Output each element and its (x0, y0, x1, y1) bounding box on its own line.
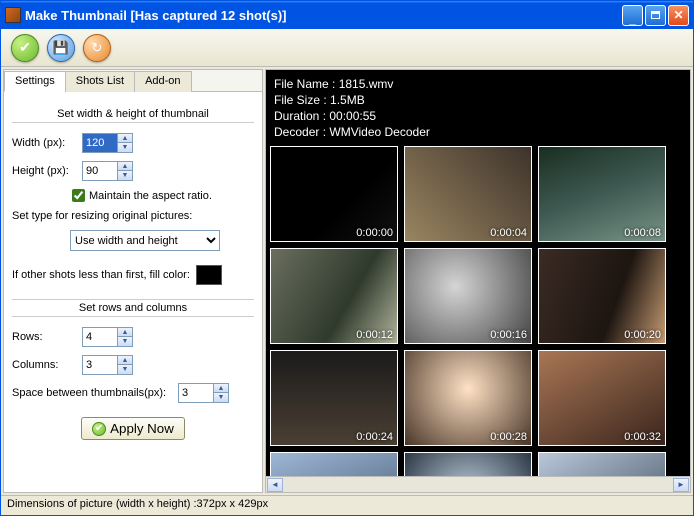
app-icon (5, 7, 21, 23)
width-label: Width (px): (12, 137, 76, 149)
check-icon: ✔ (19, 39, 31, 56)
timestamp: 0:00:20 (624, 329, 661, 341)
timestamp: 0:00:16 (490, 329, 527, 341)
height-spin-up[interactable]: ▲ (117, 162, 132, 171)
scroll-left-button[interactable]: ◄ (267, 478, 283, 492)
maintain-aspect-label: Maintain the aspect ratio. (89, 190, 212, 202)
filesize-value: 1.5MB (330, 93, 365, 107)
timestamp: 0:00:12 (356, 329, 393, 341)
minimize-button[interactable]: _ (622, 5, 643, 26)
width-input[interactable] (83, 135, 117, 151)
rows-label: Rows: (12, 331, 76, 343)
save-button[interactable]: 💾 (47, 34, 75, 62)
thumbnail-grid: 0:00:00 0:00:04 0:00:08 0:00:12 0:00:16 … (270, 146, 686, 476)
status-bar: Dimensions of picture (width x height) :… (1, 495, 693, 515)
tab-settings[interactable]: Settings (4, 71, 66, 92)
decoder-label: Decoder : (274, 125, 326, 139)
decoder-value: WMVideo Decoder (329, 125, 430, 139)
columns-input-wrap: ▲▼ (82, 355, 133, 375)
close-button[interactable]: ✕ (668, 5, 689, 26)
columns-input[interactable] (83, 357, 117, 373)
height-label: Height (px): (12, 165, 76, 177)
check-icon: ✔ (92, 422, 106, 436)
rows-spin-up[interactable]: ▲ (117, 328, 132, 337)
left-panel: Settings Shots List Add-on Set width & h… (3, 69, 263, 493)
refresh-icon: ↻ (92, 40, 103, 56)
thumbnail[interactable] (404, 452, 532, 476)
thumbnail[interactable]: 0:00:08 (538, 146, 666, 242)
titlebar[interactable]: Make Thumbnail [Has captured 12 shot(s)]… (1, 1, 693, 29)
height-input-wrap: ▲▼ (82, 161, 133, 181)
width-spin-up[interactable]: ▲ (117, 134, 132, 143)
rows-input[interactable] (83, 329, 117, 345)
maintain-aspect-input[interactable] (72, 189, 85, 202)
height-input[interactable] (83, 163, 117, 179)
maximize-button[interactable] (645, 5, 666, 26)
thumbnail[interactable]: 0:00:32 (538, 350, 666, 446)
section-grid-heading: Set rows and columns (12, 299, 254, 317)
space-spin-up[interactable]: ▲ (213, 384, 228, 393)
cols-spin-up[interactable]: ▲ (117, 356, 132, 365)
timestamp: 0:00:00 (356, 227, 393, 239)
thumbnail[interactable] (538, 452, 666, 476)
file-meta: File Name : 1815.wmv File Size : 1.5MB D… (266, 70, 690, 144)
tab-shots-list[interactable]: Shots List (65, 71, 135, 92)
thumbnail[interactable] (270, 452, 398, 476)
tab-add-on[interactable]: Add-on (134, 71, 191, 92)
fill-color-label: If other shots less than first, fill col… (12, 269, 190, 281)
filesize-label: File Size : (274, 93, 327, 107)
width-input-wrap: ▲▼ (82, 133, 133, 153)
window-title: Make Thumbnail [Has captured 12 shot(s)] (25, 8, 622, 23)
settings-panel: Set width & height of thumbnail Width (p… (4, 92, 262, 492)
filename-value: 1815.wmv (339, 77, 394, 91)
thumbnail[interactable]: 0:00:24 (270, 350, 398, 446)
timestamp: 0:00:08 (624, 227, 661, 239)
status-text: Dimensions of picture (width x height) :… (7, 498, 268, 510)
resize-type-select[interactable]: Use width and height (70, 230, 220, 251)
apply-now-label: Apply Now (110, 421, 174, 436)
tabs: Settings Shots List Add-on (4, 70, 262, 92)
refresh-button[interactable]: ↻ (83, 34, 111, 62)
timestamp: 0:00:28 (490, 431, 527, 443)
space-spin-down[interactable]: ▼ (213, 393, 228, 402)
thumbnail[interactable]: 0:00:20 (538, 248, 666, 344)
rows-spin-down[interactable]: ▼ (117, 337, 132, 346)
duration-label: Duration : (274, 109, 326, 123)
space-input-wrap: ▲▼ (178, 383, 229, 403)
rows-input-wrap: ▲▼ (82, 327, 133, 347)
preview-pane: File Name : 1815.wmv File Size : 1.5MB D… (265, 69, 691, 493)
apply-now-button[interactable]: ✔ Apply Now (81, 417, 185, 440)
space-input[interactable] (179, 385, 213, 401)
space-label: Space between thumbnails(px): (12, 387, 172, 399)
timestamp: 0:00:04 (490, 227, 527, 239)
thumbnail-grid-scroll[interactable]: 0:00:00 0:00:04 0:00:08 0:00:12 0:00:16 … (266, 144, 690, 476)
duration-value: 00:00:55 (329, 109, 376, 123)
ok-button[interactable]: ✔ (11, 34, 39, 62)
height-spin-down[interactable]: ▼ (117, 171, 132, 180)
cols-spin-down[interactable]: ▼ (117, 365, 132, 374)
maintain-aspect-checkbox[interactable]: Maintain the aspect ratio. (72, 189, 254, 202)
thumbnail[interactable]: 0:00:04 (404, 146, 532, 242)
horizontal-scrollbar[interactable]: ◄ ► (266, 476, 690, 492)
filename-label: File Name : (274, 77, 335, 91)
timestamp: 0:00:24 (356, 431, 393, 443)
section-size-heading: Set width & height of thumbnail (12, 108, 254, 123)
thumbnail[interactable]: 0:00:28 (404, 350, 532, 446)
thumbnail[interactable]: 0:00:00 (270, 146, 398, 242)
columns-label: Columns: (12, 359, 76, 371)
resize-type-label: Set type for resizing original pictures: (12, 210, 254, 222)
timestamp: 0:00:32 (624, 431, 661, 443)
floppy-icon: 💾 (53, 40, 69, 56)
thumbnail[interactable]: 0:00:12 (270, 248, 398, 344)
scroll-right-button[interactable]: ► (673, 478, 689, 492)
toolbar: ✔ 💾 ↻ (1, 29, 693, 67)
thumbnail[interactable]: 0:00:16 (404, 248, 532, 344)
width-spin-down[interactable]: ▼ (117, 143, 132, 152)
app-window: Make Thumbnail [Has captured 12 shot(s)]… (0, 0, 694, 516)
fill-color-swatch[interactable] (196, 265, 222, 285)
